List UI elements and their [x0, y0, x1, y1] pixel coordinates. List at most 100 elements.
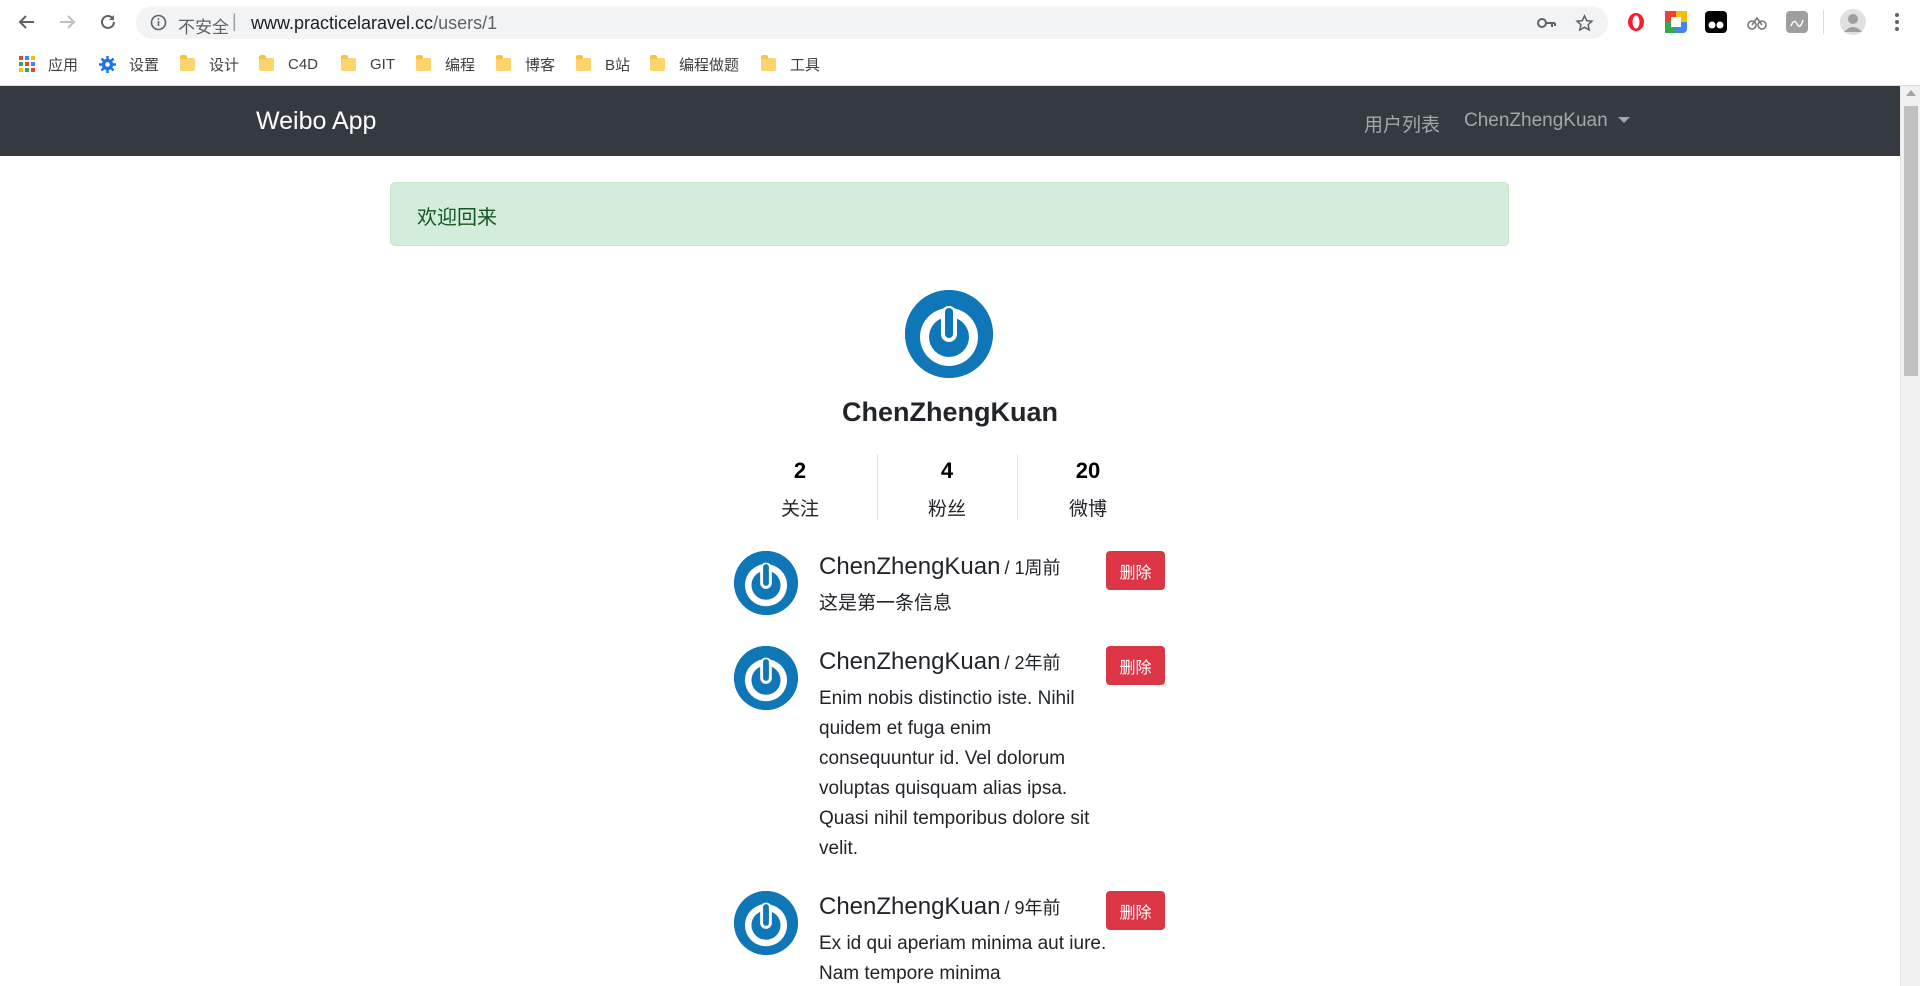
security-label: 不安全: [178, 18, 229, 37]
folder-icon: [341, 54, 356, 71]
scrollbar-thumb[interactable]: [1904, 106, 1918, 376]
status-content: 这是第一条信息: [819, 593, 953, 614]
folder-icon: [650, 54, 665, 71]
reload-icon: [101, 14, 115, 29]
look-extension-icon[interactable]: [1786, 11, 1808, 33]
status-avatar[interactable]: [734, 551, 798, 615]
bookmark-label: 工具: [790, 56, 821, 74]
bookmark-folder-programming[interactable]: 编程: [416, 53, 475, 75]
bookmark-folder-c4d[interactable]: C4D: [259, 53, 318, 75]
translate-extension-icon[interactable]: [1665, 11, 1687, 33]
bookmark-label: B站: [605, 56, 631, 74]
gravatar-power-icon: [734, 551, 798, 615]
forward-button[interactable]: [55, 10, 79, 34]
folder-icon: [496, 54, 511, 71]
stat-value: 4: [940, 458, 954, 483]
status-time: / 1周前: [1004, 558, 1061, 578]
star-icon[interactable]: [1575, 14, 1594, 33]
status-time: / 9年前: [1004, 898, 1061, 918]
stat-statuses[interactable]: 20 微博: [1033, 458, 1143, 521]
url-host: www.practicelaravel.cc: [251, 13, 434, 33]
folder-icon: [180, 54, 195, 71]
status-time: / 2年前: [1004, 653, 1061, 673]
profile-avatar-icon[interactable]: [1840, 9, 1866, 35]
gravatar-power-icon: [734, 646, 798, 710]
status-avatar[interactable]: [734, 646, 798, 710]
bookmark-folder-tools[interactable]: 工具: [761, 53, 820, 75]
folder-icon: [761, 54, 776, 71]
info-icon[interactable]: [150, 14, 167, 31]
caret-down-icon: [1617, 117, 1630, 123]
stat-value: 20: [1075, 458, 1101, 483]
status-content: Ex id qui aperiam minima aut iure. Nam t…: [819, 933, 1107, 984]
opera-extension-icon[interactable]: [1625, 11, 1647, 33]
nav-link-users[interactable]: 用户列表: [1364, 110, 1440, 137]
folder-icon: [576, 54, 591, 71]
delete-button[interactable]: 删除: [1106, 891, 1165, 930]
status-username[interactable]: ChenZhengKuan: [819, 648, 1000, 675]
arrow-left-icon: [18, 15, 34, 29]
status-avatar[interactable]: [734, 891, 798, 955]
bookmark-label: 设置: [129, 56, 160, 74]
status-username[interactable]: ChenZhengKuan: [819, 893, 1000, 920]
delete-button[interactable]: 删除: [1106, 646, 1165, 685]
stat-label: 粉丝: [927, 499, 966, 520]
status-header: ChenZhengKuan/ 1周前: [819, 553, 1061, 581]
gear-icon: [99, 55, 116, 73]
welcome-alert: 欢迎回来: [390, 182, 1509, 246]
url-text[interactable]: www.practicelaravel.cc/users/1: [251, 13, 497, 34]
stat-value: 2: [793, 458, 807, 483]
scroll-up-arrow-icon[interactable]: [1906, 90, 1916, 96]
tampermonkey-extension-icon[interactable]: [1705, 11, 1727, 33]
navbar-brand[interactable]: Weibo App: [256, 107, 376, 136]
status-username[interactable]: ChenZhengKuan: [819, 553, 1000, 580]
menu-dots-icon[interactable]: [1894, 12, 1900, 37]
bookmark-settings[interactable]: 设置: [99, 53, 159, 75]
back-button[interactable]: [15, 10, 39, 34]
folder-icon: [416, 54, 431, 71]
arrow-right-icon: [60, 15, 76, 29]
browser-chrome: 不安全 | www.practicelaravel.cc/users/1 应用 …: [0, 0, 1920, 86]
bike-extension-icon[interactable]: [1746, 11, 1768, 33]
bookmark-label: 编程: [445, 56, 476, 74]
bookmark-label: C4D: [288, 55, 319, 73]
stat-following[interactable]: 2 关注: [745, 458, 855, 521]
bookmark-folder-git[interactable]: GIT: [341, 53, 395, 75]
stat-label: 关注: [780, 499, 819, 520]
key-icon[interactable]: [1536, 14, 1556, 32]
toolbar-divider: [1823, 10, 1824, 34]
bookmarks-bar: 应用 设置 设计 C4D GIT 编程 博客 B站 编程做题 工具: [0, 46, 1920, 82]
stat-divider: [877, 454, 878, 520]
url-path: /users/1: [433, 13, 498, 33]
page-content: Weibo App 用户列表 ChenZhengKuan 欢迎回来 ChenZh…: [0, 86, 1900, 986]
address-bar[interactable]: 不安全 | www.practicelaravel.cc/users/1: [136, 6, 1608, 39]
page-scrollbar[interactable]: [1900, 86, 1920, 986]
folder-icon: [259, 54, 274, 71]
stat-label: 微博: [1068, 499, 1107, 520]
bookmark-apps[interactable]: 应用: [19, 53, 78, 75]
reload-button[interactable]: [96, 10, 120, 34]
profile-avatar[interactable]: [905, 290, 993, 378]
bookmark-folder-blog[interactable]: 博客: [496, 53, 555, 75]
stat-followers[interactable]: 4 粉丝: [892, 458, 1002, 521]
status-header: ChenZhengKuan/ 2年前: [819, 648, 1061, 676]
gravatar-power-icon: [905, 290, 993, 378]
profile-name: ChenZhengKuan: [842, 397, 1058, 427]
status-content: Enim nobis distinctio iste. Nihil quidem…: [819, 688, 1090, 859]
bookmark-folder-bilibili[interactable]: B站: [576, 53, 630, 75]
bookmark-label: 应用: [48, 56, 79, 74]
stat-divider: [1017, 454, 1018, 520]
navbar: Weibo App 用户列表 ChenZhengKuan: [0, 86, 1900, 156]
user-dropdown-label: ChenZhengKuan: [1464, 110, 1608, 131]
bookmark-label: GIT: [370, 55, 395, 73]
status-header: ChenZhengKuan/ 9年前: [819, 893, 1061, 921]
bookmark-label: 设计: [209, 56, 240, 74]
delete-button[interactable]: 删除: [1106, 551, 1165, 590]
address-separator: |: [232, 11, 237, 31]
browser-toolbar: 不安全 | www.practicelaravel.cc/users/1: [0, 0, 1920, 44]
user-dropdown[interactable]: ChenZhengKuan: [1464, 110, 1630, 132]
bookmark-folder-coding-practice[interactable]: 编程做题: [650, 53, 739, 75]
bookmark-label: 编程做题: [679, 56, 740, 74]
bookmark-folder-design[interactable]: 设计: [180, 53, 239, 75]
alert-message: 欢迎回来: [417, 207, 497, 229]
